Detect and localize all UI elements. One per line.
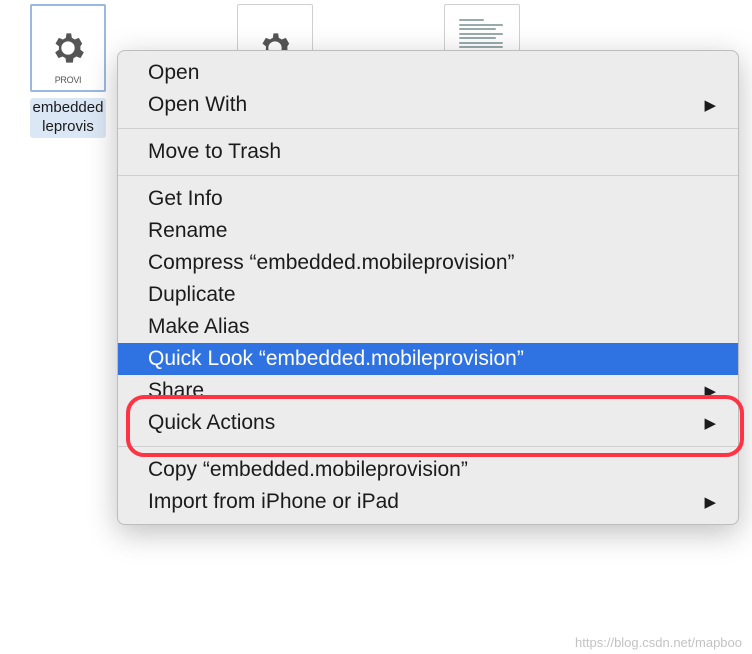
menu-label: Copy “embedded.mobileprovision” bbox=[148, 458, 468, 482]
menu-get-info[interactable]: Get Info bbox=[118, 183, 738, 215]
menu-rename[interactable]: Rename bbox=[118, 215, 738, 247]
menu-import-from[interactable]: Import from iPhone or iPad ▶ bbox=[118, 486, 738, 518]
chevron-right-icon: ▶ bbox=[704, 382, 716, 400]
menu-quick-actions[interactable]: Quick Actions ▶ bbox=[118, 407, 738, 439]
menu-label: Move to Trash bbox=[148, 140, 281, 164]
menu-separator bbox=[118, 175, 738, 176]
menu-move-to-trash[interactable]: Move to Trash bbox=[118, 136, 738, 168]
menu-label: Duplicate bbox=[148, 283, 236, 307]
menu-separator bbox=[118, 128, 738, 129]
menu-label: Quick Actions bbox=[148, 411, 275, 435]
file-label: embedded leprovis bbox=[30, 98, 107, 138]
menu-label: Get Info bbox=[148, 187, 223, 211]
chevron-right-icon: ▶ bbox=[704, 96, 716, 114]
menu-compress[interactable]: Compress “embedded.mobileprovision” bbox=[118, 247, 738, 279]
menu-label: Rename bbox=[148, 219, 227, 243]
menu-share[interactable]: Share ▶ bbox=[118, 375, 738, 407]
file-badge: PROVI bbox=[55, 75, 82, 85]
context-menu: Open Open With ▶ Move to Trash Get Info … bbox=[117, 50, 739, 525]
menu-duplicate[interactable]: Duplicate bbox=[118, 279, 738, 311]
menu-label: Share bbox=[148, 379, 204, 403]
menu-copy[interactable]: Copy “embedded.mobileprovision” bbox=[118, 454, 738, 486]
menu-label: Make Alias bbox=[148, 315, 250, 339]
menu-label: Open bbox=[148, 61, 199, 85]
gear-icon bbox=[48, 28, 88, 68]
menu-label: Import from iPhone or iPad bbox=[148, 490, 399, 514]
menu-label: Quick Look “embedded.mobileprovision” bbox=[148, 347, 524, 371]
chevron-right-icon: ▶ bbox=[704, 493, 716, 511]
provision-file-icon: PROVI bbox=[30, 4, 106, 92]
menu-label: Open With bbox=[148, 93, 247, 117]
menu-quick-look[interactable]: Quick Look “embedded.mobileprovision” bbox=[118, 343, 738, 375]
menu-separator bbox=[118, 446, 738, 447]
menu-open[interactable]: Open bbox=[118, 57, 738, 89]
chevron-right-icon: ▶ bbox=[704, 414, 716, 432]
menu-label: Compress “embedded.mobileprovision” bbox=[148, 251, 515, 275]
menu-open-with[interactable]: Open With ▶ bbox=[118, 89, 738, 121]
file-embedded-mobileprovision[interactable]: PROVI embedded leprovis bbox=[18, 4, 118, 138]
watermark-text: https://blog.csdn.net/mapboo bbox=[575, 635, 742, 650]
finder-desktop: PROVI embedded leprovis PROV Open Open W… bbox=[0, 0, 752, 654]
menu-make-alias[interactable]: Make Alias bbox=[118, 311, 738, 343]
